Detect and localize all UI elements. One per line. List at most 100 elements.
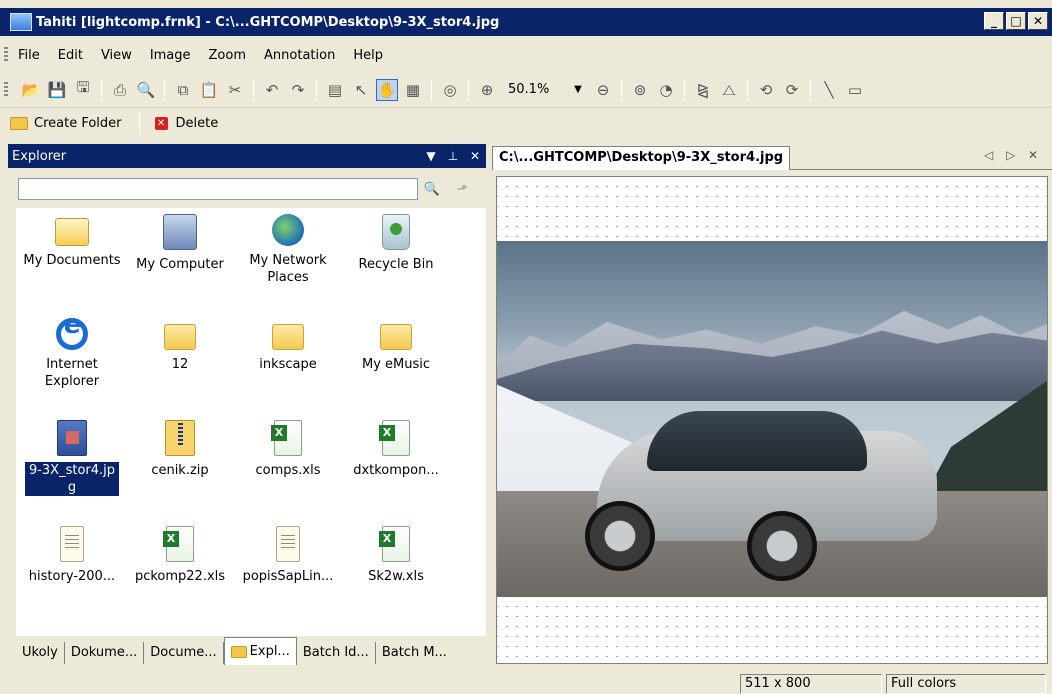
tab-close-icon[interactable]: ✕	[1028, 148, 1038, 162]
folder-up-icon[interactable]: ⬏	[450, 178, 474, 200]
pane-close-icon[interactable]: ✕	[464, 149, 486, 163]
status-bar: 511 x 800 Full colors	[0, 672, 1052, 694]
menu-file[interactable]: File	[18, 48, 40, 63]
file-label: cenik.zip	[151, 463, 209, 478]
explorer-tabs: Ukoly Dokume... Docume... Expl... Batch …	[16, 637, 486, 668]
menu-edit[interactable]: Edit	[58, 48, 83, 63]
properties-icon[interactable]: ▤	[324, 79, 346, 101]
save-as-icon[interactable]: 🖫	[72, 78, 94, 101]
flip-vertical-icon[interactable]: ⧍	[718, 79, 740, 101]
toolbar-separator	[138, 112, 140, 134]
explorer-pane: Explorer ▼ ⊥ ✕ 🔍 ⬏ My Documents My Compu…	[8, 144, 486, 668]
save-icon[interactable]: 💾	[46, 79, 68, 101]
undo-icon[interactable]: ↶	[261, 79, 283, 101]
create-folder-label: Create Folder	[34, 115, 122, 131]
file-item[interactable]: My Documents	[20, 214, 124, 269]
tab-batch-m[interactable]: Batch M...	[376, 642, 453, 664]
print-preview-icon[interactable]: 🔍	[135, 79, 157, 101]
print-icon[interactable]: ⎙	[109, 79, 131, 101]
file-item[interactable]: 12	[128, 318, 232, 373]
car	[585, 391, 947, 581]
cut-icon[interactable]: ✂	[224, 79, 246, 101]
hand-icon[interactable]: ✋	[376, 78, 398, 101]
browse-folder-icon[interactable]: 🔍	[420, 178, 444, 200]
file-item[interactable]: popisSapLin...	[236, 526, 340, 585]
file-label: Recycle Bin	[358, 257, 434, 272]
tab-documents[interactable]: Docume...	[144, 642, 224, 664]
pane-menu-icon[interactable]: ▼	[420, 149, 442, 163]
tab-ukoly[interactable]: Ukoly	[16, 642, 65, 664]
selection-icon[interactable]: ▦	[402, 79, 424, 101]
zoom-value: 50.1%	[508, 82, 550, 97]
open-icon[interactable]: 📂	[20, 79, 42, 101]
menu-zoom[interactable]: Zoom	[209, 48, 246, 63]
rotate-right-icon[interactable]: ⟳	[781, 79, 803, 101]
folder-icon	[164, 324, 196, 350]
excel-file-icon	[379, 526, 410, 562]
menu-annotation[interactable]: Annotation	[264, 48, 335, 63]
menu-help[interactable]: Help	[353, 48, 383, 63]
file-item[interactable]: Sk2w.xls	[344, 526, 448, 585]
copy-icon[interactable]: ⧉	[172, 79, 194, 101]
toolbar-separator	[468, 78, 469, 101]
zoom-combo[interactable]: 50.1% ▼	[504, 79, 586, 101]
file-item[interactable]: inkscape	[236, 318, 340, 373]
file-item[interactable]: My Computer	[128, 214, 232, 273]
close-button[interactable]: ✕	[1028, 12, 1048, 30]
pin-icon[interactable]: ⊥	[442, 149, 464, 163]
file-label: inkscape	[259, 357, 317, 372]
my-documents-icon	[55, 218, 89, 246]
folder-icon	[380, 324, 412, 350]
viewer-tab-row: C:\...GHTCOMP\Desktop\9-3X_stor4.jpg ◁ ▷…	[492, 144, 1052, 170]
zoom-out-icon[interactable]: ⊖	[592, 79, 614, 101]
flip-horizontal-icon[interactable]: ⧎	[692, 79, 714, 101]
rotate-left-icon[interactable]: ⟲	[755, 79, 777, 101]
file-item[interactable]: Recycle Bin	[344, 214, 448, 273]
maximize-button[interactable]: □	[1006, 12, 1026, 30]
file-item[interactable]: Internet Explorer	[20, 317, 124, 390]
rectangle-tool-icon[interactable]: ▭	[844, 79, 866, 101]
file-item[interactable]: My Network Places	[236, 214, 340, 286]
file-label: My Computer	[136, 257, 224, 272]
zoom-actual-icon[interactable]: ⊚	[629, 79, 651, 101]
app-icon	[10, 13, 32, 31]
file-item[interactable]: pckomp22.xls	[128, 526, 232, 585]
delete-button[interactable]: ✕ Delete	[154, 116, 218, 131]
tab-batch-id[interactable]: Batch Id...	[297, 642, 376, 664]
file-item[interactable]: history-200...	[20, 526, 124, 585]
file-item[interactable]: cenik.zip	[128, 420, 232, 479]
zoom-in-icon[interactable]: ⊕	[476, 79, 498, 101]
file-item[interactable]: My eMusic	[344, 318, 448, 373]
toolbar-separator	[810, 78, 811, 101]
redo-icon[interactable]: ↷	[287, 79, 309, 101]
viewer-pane: C:\...GHTCOMP\Desktop\9-3X_stor4.jpg ◁ ▷…	[492, 144, 1052, 668]
delete-icon: ✕	[154, 116, 168, 130]
zoom-window-icon[interactable]: ◔	[655, 79, 677, 101]
network-places-icon	[272, 214, 304, 246]
toolbar-separator	[684, 78, 685, 101]
menu-image[interactable]: Image	[150, 48, 191, 63]
create-folder-button[interactable]: Create Folder	[10, 116, 122, 131]
toolbar-separator	[253, 78, 254, 101]
viewer-tab[interactable]: C:\...GHTCOMP\Desktop\9-3X_stor4.jpg	[492, 146, 791, 170]
tab-scroll-right-icon[interactable]: ▷	[1006, 148, 1015, 162]
tab-scroll-left-icon[interactable]: ◁	[984, 148, 993, 162]
file-item[interactable]: dxtkompon...	[344, 420, 448, 479]
chevron-down-icon[interactable]: ▼	[570, 84, 586, 95]
line-tool-icon[interactable]: ╲	[818, 79, 840, 101]
folder-icon	[272, 324, 304, 350]
path-input[interactable]	[18, 178, 418, 200]
front-wheel	[585, 501, 655, 571]
tab-explorer[interactable]: Expl...	[223, 637, 297, 665]
minimize-button[interactable]: _	[984, 12, 1004, 30]
file-item-selected[interactable]: 9-3X_stor4.jpg	[20, 420, 124, 496]
pointer-icon[interactable]: ↖	[350, 79, 372, 101]
text-file-icon	[60, 526, 84, 562]
title-bar: Tahiti [lightcomp.frnk] - C:\...GHTCOMP\…	[0, 8, 1052, 36]
tab-dokumenty[interactable]: Dokume...	[65, 642, 145, 664]
zoom-fit-icon[interactable]: ◎	[439, 79, 461, 101]
file-item[interactable]: comps.xls	[236, 420, 340, 479]
paste-icon[interactable]: 📋	[198, 79, 220, 101]
menu-view[interactable]: View	[101, 48, 132, 63]
image-canvas[interactable]	[496, 176, 1048, 664]
